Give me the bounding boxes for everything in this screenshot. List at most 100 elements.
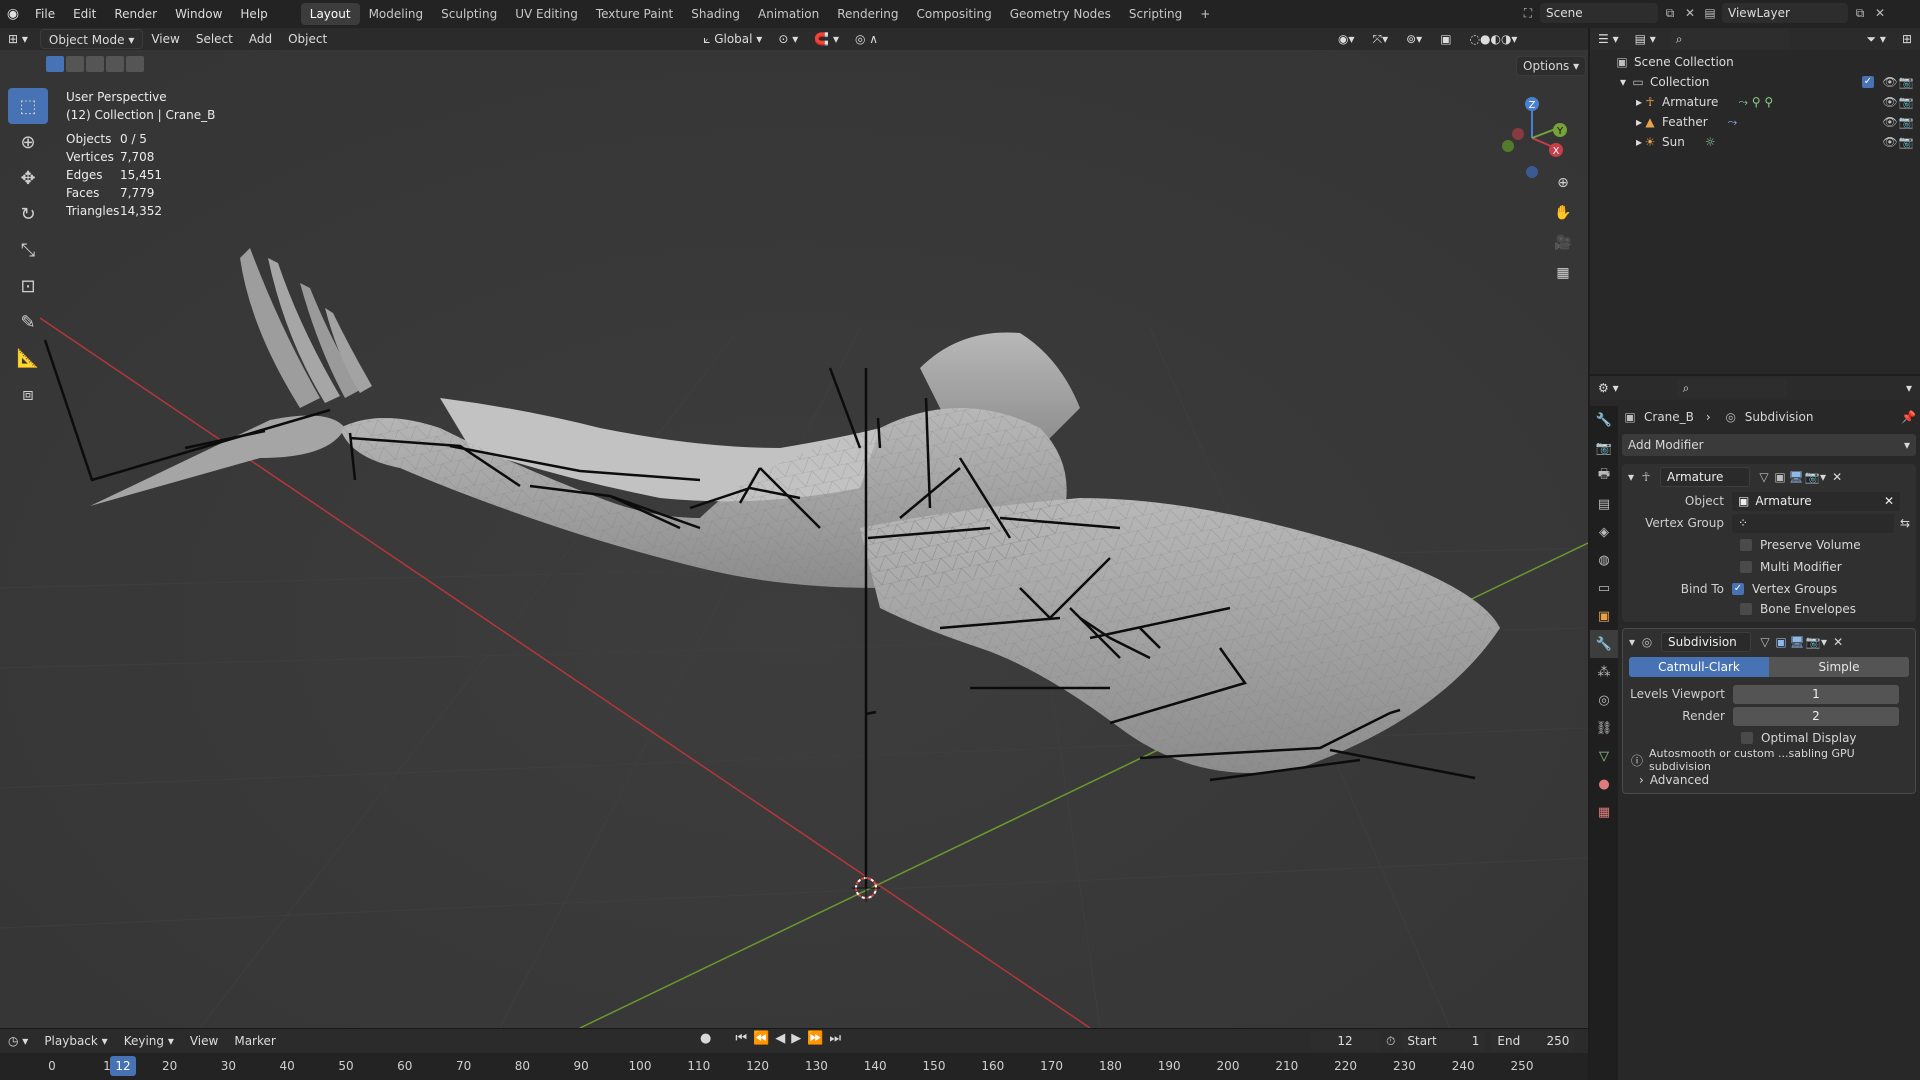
remove-scene-icon[interactable]: ✕	[1682, 5, 1698, 21]
select-extend-icon[interactable]	[66, 56, 84, 72]
add-cube-tool-icon[interactable]: ⧈	[8, 376, 48, 412]
tool-tab-icon[interactable]: 🔧	[1590, 406, 1618, 434]
filter-icon[interactable]: ⏷ ▾	[1858, 29, 1893, 49]
timeline-menu-view[interactable]: View	[182, 1031, 226, 1051]
tab-texture-paint[interactable]: Texture Paint	[587, 3, 682, 25]
simple-button[interactable]: Simple	[1769, 657, 1909, 677]
armature-object-field[interactable]: ▣ Armature ✕	[1732, 491, 1900, 511]
catmull-clark-button[interactable]: Catmull-Clark	[1629, 657, 1769, 677]
collection-tab-icon[interactable]: ▭	[1590, 574, 1618, 602]
snap-icon[interactable]: 🧲 ▾	[806, 29, 847, 49]
eye-icon[interactable]: 👁	[1882, 114, 1898, 130]
new-viewlayer-icon[interactable]: ⧉	[1852, 5, 1868, 21]
jump-end-icon[interactable]: ⏭	[829, 1031, 841, 1046]
playhead[interactable]: 12	[110, 1056, 136, 1076]
outliner-collection[interactable]: ▾ ▭ Collection ✓ 👁 📷	[1590, 72, 1920, 92]
menu-file[interactable]: File	[26, 3, 64, 25]
timeline-menu-playback[interactable]: Playback ▾	[36, 1031, 115, 1051]
tab-shading[interactable]: Shading	[682, 3, 749, 25]
add-workspace-button[interactable]: +	[1191, 3, 1219, 25]
properties-search-input[interactable]: ⌕	[1676, 378, 1787, 398]
3d-viewport[interactable]: ⊞ ▾ Object Mode ▾ View Select Add Object…	[0, 28, 1588, 1028]
tab-sculpting[interactable]: Sculpting	[432, 3, 506, 25]
visibility-icon[interactable]: ◉▾	[1330, 29, 1363, 49]
properties-options-icon[interactable]: ▾	[1898, 378, 1920, 398]
timeline-menu-keying[interactable]: Keying ▾	[116, 1031, 182, 1051]
eye-icon[interactable]: 👁	[1882, 134, 1898, 150]
pin-icon[interactable]: 📌	[1901, 410, 1916, 424]
edit-mode-toggle-icon[interactable]: ▽	[1756, 469, 1772, 485]
render-tab-icon[interactable]: 📷	[1590, 434, 1618, 462]
cage-toggle-icon[interactable]: ▣	[1772, 469, 1788, 485]
expand-arrow-icon[interactable]: ›	[1639, 773, 1644, 787]
collapse-arrow-icon[interactable]: ▾	[1629, 635, 1635, 649]
render-toggle-icon[interactable]: 📷	[1804, 469, 1820, 485]
outliner-editor-type-icon[interactable]: ☰ ▾	[1590, 29, 1627, 49]
expand-arrow-icon[interactable]: ▾	[1620, 75, 1626, 89]
scene-field[interactable]: Scene	[1540, 3, 1658, 23]
bone-envelopes-row[interactable]: Bone Envelopes	[1622, 600, 1916, 622]
add-modifier-dropdown[interactable]: Add Modifier ▾	[1622, 434, 1916, 456]
tab-uv-editing[interactable]: UV Editing	[506, 3, 587, 25]
play-reverse-icon[interactable]: ◀	[775, 1031, 785, 1046]
timeline-menu-marker[interactable]: Marker	[226, 1031, 283, 1051]
clear-field-icon[interactable]: ✕	[1884, 494, 1894, 508]
cage-toggle-icon[interactable]: ▣	[1773, 634, 1789, 650]
select-new-icon[interactable]	[46, 56, 64, 72]
vertex-groups-checkbox[interactable]: ✓	[1732, 583, 1744, 595]
scene-icon[interactable]: ⛶	[1520, 5, 1536, 21]
tab-compositing[interactable]: Compositing	[907, 3, 1000, 25]
menu-select[interactable]: Select	[188, 29, 241, 49]
select-box-tool-icon[interactable]: ⬚	[8, 88, 48, 124]
orientation-dropdown[interactable]: ⟀ Global ▾	[695, 29, 770, 49]
jump-start-icon[interactable]: ⏮	[735, 1031, 747, 1046]
gizmo-toggle-icon[interactable]: ⤧▾	[1365, 29, 1397, 49]
edit-mode-toggle-icon[interactable]: ▽	[1757, 634, 1773, 650]
outliner-item-feather[interactable]: ▸ ▲ Feather ⤳ 👁 📷	[1590, 112, 1920, 132]
outliner-search-input[interactable]: ⌕	[1669, 29, 1790, 49]
collection-checkbox[interactable]: ✓	[1862, 76, 1874, 88]
subdivision-modifier-header[interactable]: ▾ ◎ Subdivision ▽ ▣ 🖥 📷 ▾ ✕	[1623, 629, 1915, 655]
preserve-volume-checkbox[interactable]	[1740, 539, 1752, 551]
multi-modifier-row[interactable]: Multi Modifier	[1622, 556, 1916, 578]
bone-envelopes-checkbox[interactable]	[1740, 603, 1752, 615]
rotate-tool-icon[interactable]: ↻	[8, 196, 48, 232]
record-icon[interactable]: ●	[700, 1031, 711, 1046]
viewlayer-field[interactable]: ViewLayer	[1722, 3, 1848, 23]
output-tab-icon[interactable]: 🖶	[1590, 462, 1618, 490]
vertex-group-field[interactable]: ⁘	[1732, 513, 1894, 533]
physics-tab-icon[interactable]: ◎	[1590, 686, 1618, 714]
overlays-icon[interactable]: ⊚▾	[1398, 29, 1430, 49]
bind-to-vertex-groups-row[interactable]: Bind To ✓ Vertex Groups	[1622, 578, 1916, 600]
prev-keyframe-icon[interactable]: ⏪	[753, 1031, 769, 1046]
viewport-toggle-icon[interactable]: 🖥	[1788, 469, 1804, 485]
particles-tab-icon[interactable]: ⁂	[1590, 658, 1618, 686]
render-toggle-icon[interactable]: 📷	[1805, 634, 1821, 650]
scene-tab-icon[interactable]: ◈	[1590, 518, 1618, 546]
viewlayer-icon[interactable]: ▤	[1702, 5, 1718, 21]
data-tab-icon[interactable]: ▽	[1590, 742, 1618, 770]
camera-icon[interactable]: 📷	[1898, 74, 1914, 90]
scale-tool-icon[interactable]: ⤡	[8, 232, 48, 268]
render-levels-field[interactable]: 2	[1733, 706, 1899, 726]
tab-rendering[interactable]: Rendering	[828, 3, 907, 25]
pivot-icon[interactable]: ⊙ ▾	[770, 29, 806, 49]
editor-type-icon[interactable]: ⊞ ▾	[0, 29, 36, 49]
eye-icon[interactable]: 👁	[1882, 74, 1898, 90]
end-frame-field[interactable]: End 250	[1491, 1031, 1576, 1051]
stopwatch-icon[interactable]: ⏱	[1386, 1034, 1395, 1049]
modifier-menu-icon[interactable]: ▾	[1821, 635, 1827, 649]
move-tool-icon[interactable]: ✥	[8, 160, 48, 196]
timeline-ruler[interactable]: 250 240 230 220 210 200 190 180 170 160 150 140 130 1…	[0, 1053, 1588, 1080]
play-icon[interactable]: ▶	[791, 1031, 801, 1046]
select-intersect-icon[interactable]	[126, 56, 144, 72]
select-invert-icon[interactable]	[106, 56, 124, 72]
outliner-display-mode-icon[interactable]: ▤ ▾	[1627, 29, 1664, 49]
texture-tab-icon[interactable]: ▦	[1590, 798, 1618, 826]
cursor-tool-icon[interactable]: ⊕	[8, 124, 48, 160]
camera-icon[interactable]: 📷	[1898, 114, 1914, 130]
subdivision-modifier-name[interactable]: Subdivision	[1661, 632, 1752, 652]
menu-add[interactable]: Add	[241, 29, 280, 49]
mode-dropdown[interactable]: Object Mode ▾	[39, 29, 144, 49]
annotate-tool-icon[interactable]: ✎	[8, 304, 48, 340]
